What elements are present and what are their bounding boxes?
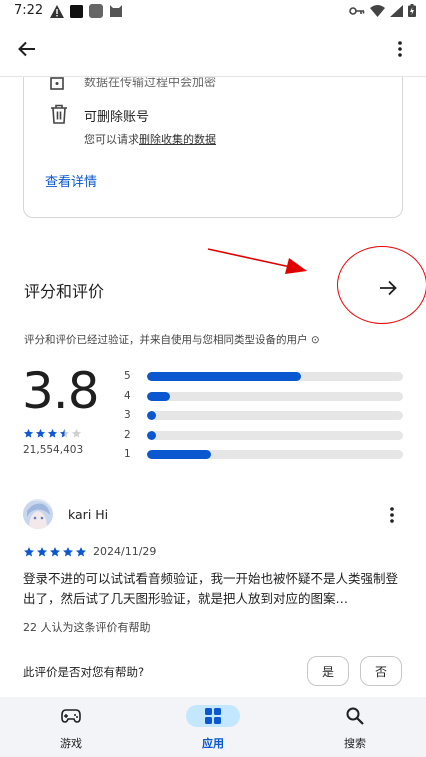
rating-bar-fill (147, 411, 156, 420)
back-arrow-icon (18, 41, 35, 57)
rating-bar-fill (147, 450, 211, 459)
review-more-button[interactable] (384, 504, 400, 526)
annotation-circle (337, 246, 426, 324)
rating-bar-fill (147, 372, 301, 381)
rating-bar-track (147, 411, 403, 420)
app-bar-divider (0, 76, 426, 77)
average-rating-stars (23, 428, 82, 439)
star-icon (37, 547, 47, 557)
delete-account-title: 可删除账号 (84, 110, 150, 125)
delete-account-subtitle: 您可以请求删除收集的数据 (84, 131, 216, 147)
nav-games-icon-wrap (44, 705, 98, 727)
see-details-link[interactable]: 查看详情 (45, 171, 97, 190)
star-icon (24, 547, 34, 557)
nav-apps-label: 应用 (202, 737, 224, 750)
apps-grid-icon (205, 708, 221, 724)
battery-icon (408, 4, 416, 17)
star-icon (50, 547, 60, 557)
rating-bar-label: 4 (124, 389, 131, 402)
rating-bar-track (147, 430, 403, 440)
search-icon (346, 707, 364, 725)
review-date: 2024/11/29 (93, 545, 157, 558)
data-safety-card: 数据在传输过程中会加密 可删除账号 您可以请求删除收集的数据 查看详情 (23, 60, 403, 218)
delete-sub-prefix: 您可以请求 (84, 133, 139, 146)
rating-bar-label: 5 (124, 370, 131, 382)
rating-bar-label: 2 (124, 428, 131, 441)
nav-search-icon-wrap (328, 705, 382, 727)
rating-bar-label: 1 (124, 448, 131, 460)
rating-bar-label: 3 (124, 409, 131, 421)
nav-apps[interactable]: 应用 (178, 705, 248, 751)
review-text: 登录不进的可以试试看音频验证，我一开始也被怀疑不是人类强制登出了，然后试了几天图… (23, 571, 399, 606)
key-icon (349, 6, 365, 15)
cat-icon (110, 4, 122, 17)
star-icon (35, 428, 46, 438)
star-icon (23, 428, 34, 438)
rating-bar-track (147, 391, 403, 401)
average-rating-score: 3.8 (22, 362, 100, 420)
rating-count: 21,554,403 (23, 444, 84, 456)
helpful-count: 22 人认为这条评价有帮助 (23, 621, 151, 634)
app-rounded-icon (89, 4, 103, 18)
nav-apps-icon-wrap (186, 705, 240, 727)
status-time: 7:22 (14, 3, 44, 18)
helpful-no-button[interactable]: 否 (360, 656, 402, 686)
more-vert-icon (390, 507, 394, 523)
rating-bar-track (147, 372, 403, 381)
rating-bar-fill (147, 391, 171, 401)
more-vert-icon (398, 41, 402, 57)
status-left-icons (50, 4, 123, 18)
rating-bar-track (147, 450, 403, 459)
nav-search[interactable]: 搜索 (320, 705, 390, 751)
annotation-arrow (207, 248, 307, 274)
back-button[interactable] (12, 34, 42, 64)
ratings-verified-note: 评分和评价已经过验证，并来自使用与您相同类型设备的用户 ⊙ (24, 334, 320, 346)
rating-bar-fill (147, 430, 156, 440)
status-right-icons (349, 4, 416, 17)
star-icon (76, 547, 86, 557)
delete-data-link[interactable]: 删除收集的数据 (139, 133, 216, 146)
app-square-icon (70, 4, 83, 18)
more-options-button[interactable] (388, 34, 412, 64)
nav-games-label: 游戏 (60, 737, 82, 750)
star-icon (63, 547, 73, 557)
signal-icon (390, 4, 403, 17)
wifi-icon (370, 4, 385, 17)
reviewer-avatar (23, 499, 53, 529)
nav-games[interactable]: 游戏 (36, 705, 106, 751)
star-icon (47, 428, 58, 438)
helpful-yes-button[interactable]: 是 (307, 656, 349, 686)
helpful-question: 此评价是否对您有帮助? (23, 665, 145, 679)
warning-icon (50, 4, 64, 18)
star-icon (71, 428, 82, 438)
trash-icon (51, 104, 67, 124)
gamepad-icon (61, 709, 81, 723)
app-bar (0, 26, 426, 72)
review-stars (23, 546, 87, 558)
nav-search-label: 搜索 (344, 737, 366, 750)
status-bar: 7:22 (0, 0, 426, 24)
bottom-navigation: 游戏 应用 搜索 (0, 697, 426, 757)
reviewer-name: kari Hi (68, 507, 109, 522)
ratings-section-title: 评分和评价 (24, 282, 105, 301)
star-icon (59, 428, 70, 438)
